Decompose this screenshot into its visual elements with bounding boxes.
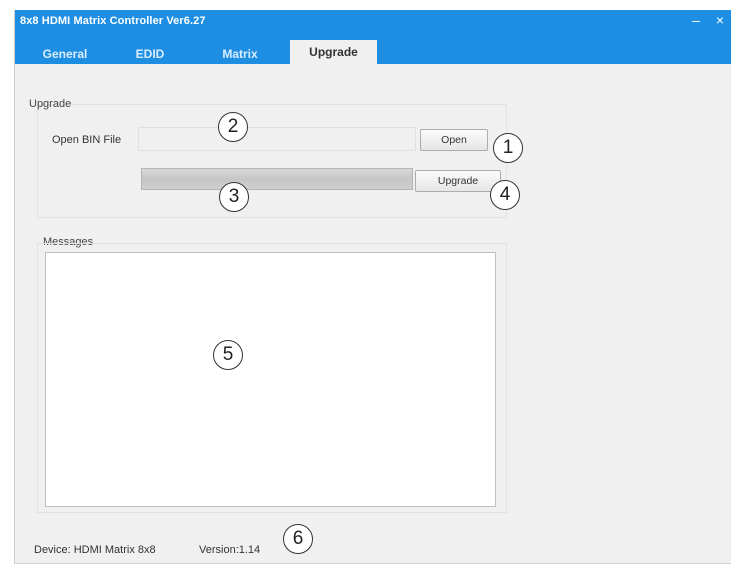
callout-3: 3 — [219, 182, 249, 212]
upgrade-button[interactable]: Upgrade — [415, 170, 501, 192]
messages-textarea[interactable] — [45, 252, 496, 507]
open-bin-file-label: Open BIN File — [52, 134, 122, 146]
callout-6: 6 — [283, 524, 313, 554]
version-status: Version:1.14 — [199, 544, 261, 556]
tab-matrix[interactable]: Matrix — [197, 44, 283, 64]
minimize-icon[interactable]: – — [692, 12, 700, 28]
window-controls: – × — [680, 12, 724, 28]
close-icon[interactable]: × — [716, 12, 724, 28]
callout-1: 1 — [493, 133, 523, 163]
app-window: 8x8 HDMI Matrix Controller Ver6.27 – × G… — [14, 10, 731, 564]
device-status: Device: HDMI Matrix 8x8 — [34, 544, 156, 556]
upgrade-group-label: Upgrade — [29, 98, 72, 110]
callout-5: 5 — [213, 340, 243, 370]
callout-2: 2 — [218, 112, 248, 142]
window-title: 8x8 HDMI Matrix Controller Ver6.27 — [20, 15, 206, 27]
tab-edid[interactable]: EDID — [117, 44, 183, 64]
bin-file-path-field[interactable] — [138, 127, 416, 151]
open-button[interactable]: Open — [420, 129, 488, 151]
upgrade-groupbox — [37, 104, 507, 218]
callout-4: 4 — [490, 180, 520, 210]
tab-upgrade[interactable]: Upgrade — [290, 40, 377, 64]
title-bar: 8x8 HDMI Matrix Controller Ver6.27 – × G… — [15, 10, 731, 64]
tab-general[interactable]: General — [29, 44, 101, 64]
upgrade-progress-bar — [141, 168, 413, 190]
